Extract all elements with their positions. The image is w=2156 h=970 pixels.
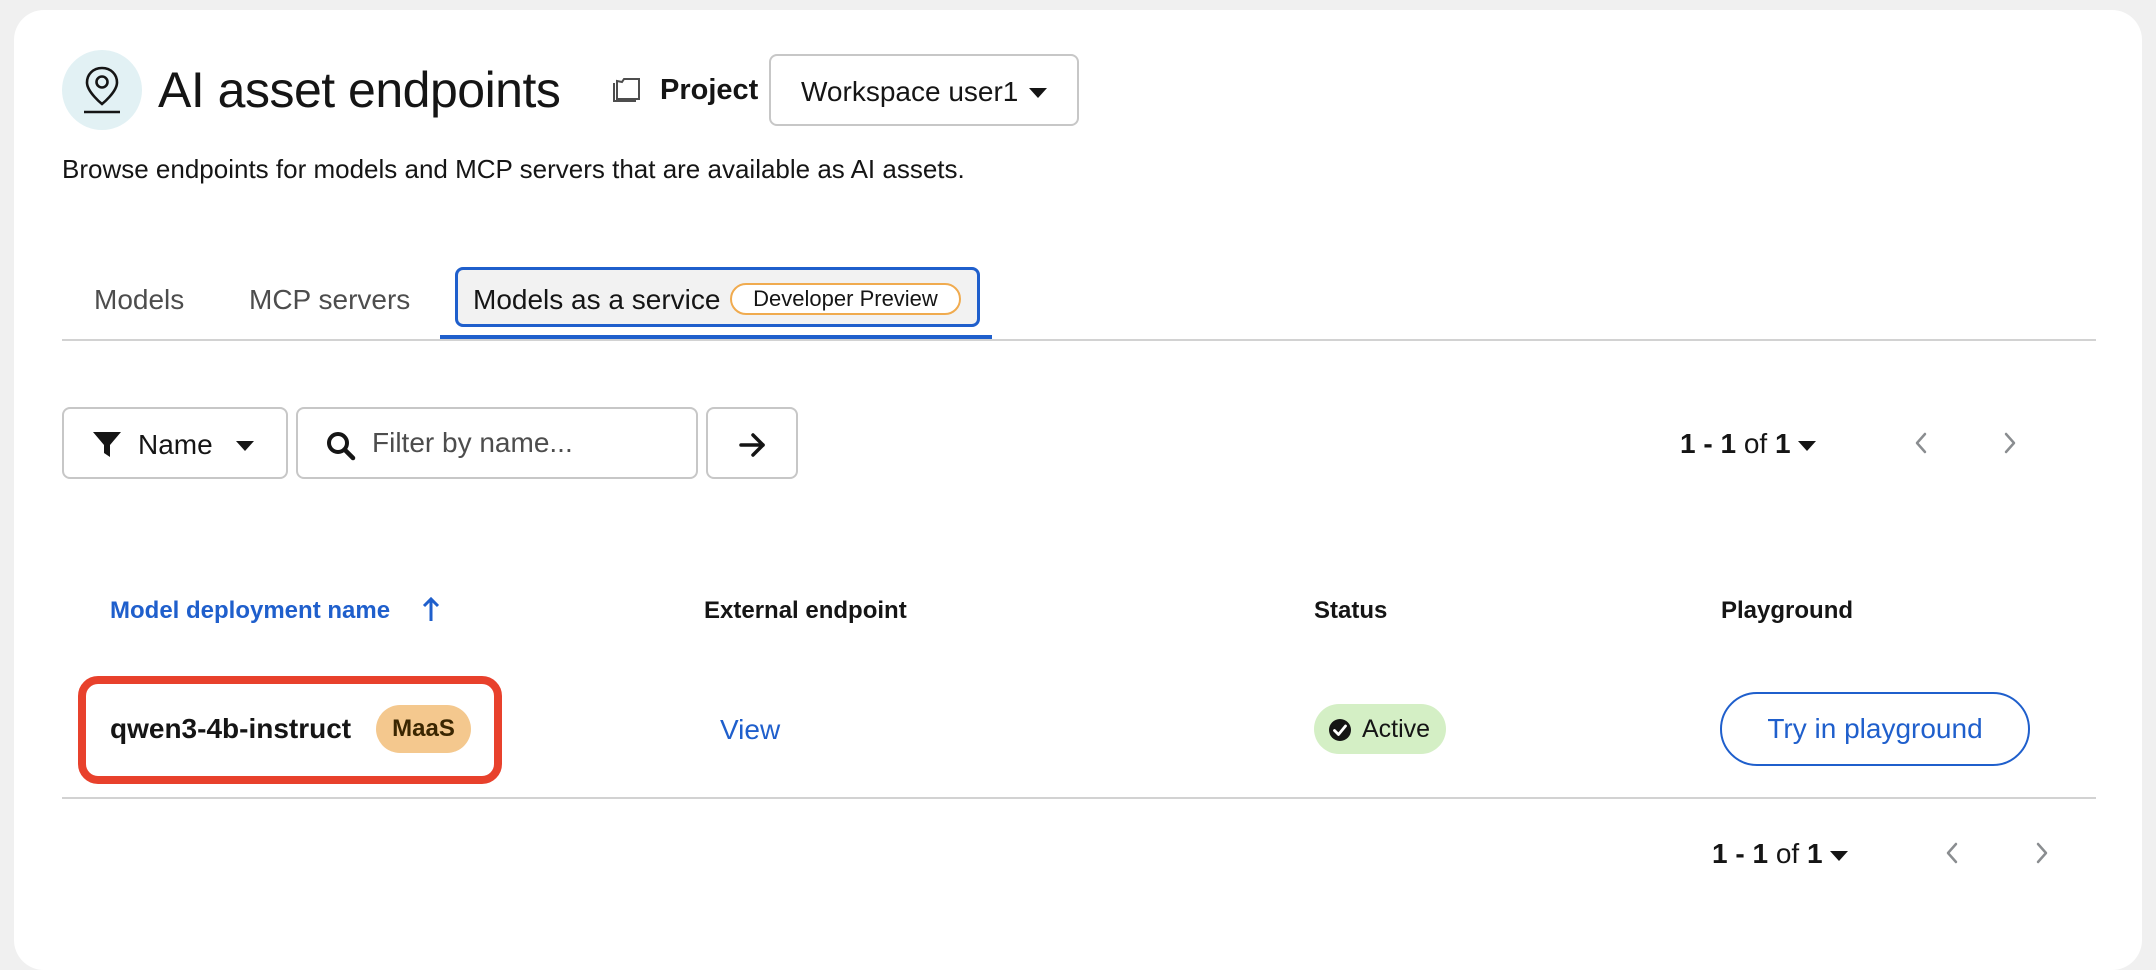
tab-mcp-servers[interactable]: MCP servers xyxy=(249,282,410,318)
page-title: AI asset endpoints xyxy=(158,62,561,118)
filter-attribute-label: Name xyxy=(138,429,213,460)
arrow-right-icon xyxy=(739,433,765,457)
model-deployment-name: qwen3-4b-instruct xyxy=(110,713,352,744)
column-header-status: Status xyxy=(1314,597,1388,624)
status-badge: Active xyxy=(1314,704,1446,754)
sort-up-icon[interactable] xyxy=(420,595,442,625)
tab-models-as-a-service[interactable]: Models as a service Developer Preview xyxy=(455,267,980,327)
project-select-value: Workspace user1 xyxy=(801,76,1019,107)
filter-icon xyxy=(93,432,121,457)
maas-badge: MaaS xyxy=(376,705,471,753)
developer-preview-badge: Developer Preview xyxy=(730,283,961,315)
chevron-left-icon[interactable] xyxy=(1943,841,1961,865)
chevron-right-icon[interactable] xyxy=(2001,431,2019,455)
caret-down-icon xyxy=(236,441,254,451)
tab-models-as-a-service-label: Models as a service xyxy=(473,284,721,315)
folder-icon xyxy=(613,78,640,102)
caret-down-icon xyxy=(1029,88,1047,98)
chevron-left-icon[interactable] xyxy=(1912,431,1930,455)
pagination-summary: 1 - 1 of 1 xyxy=(1712,838,1823,869)
check-circle-icon xyxy=(1329,719,1351,741)
caret-down-icon xyxy=(1830,851,1848,861)
column-header-external-endpoint: External endpoint xyxy=(704,597,907,624)
search-submit-button[interactable] xyxy=(706,407,798,479)
filter-attribute-dropdown[interactable]: Name xyxy=(62,407,288,479)
row-divider xyxy=(62,797,2096,799)
project-select[interactable]: Workspace user1 xyxy=(769,54,1079,126)
pagination-summary: 1 - 1 of 1 xyxy=(1680,428,1791,459)
search-field[interactable] xyxy=(296,407,698,479)
view-endpoint-link[interactable]: View xyxy=(720,712,780,748)
tab-models[interactable]: Models xyxy=(94,282,184,318)
pagination-toggle-top[interactable]: 1 - 1 of 1 xyxy=(1680,424,1820,464)
pagination-toggle-bottom[interactable]: 1 - 1 of 1 xyxy=(1712,834,1852,874)
map-pin-icon xyxy=(62,50,142,130)
tabs-divider xyxy=(62,339,2096,341)
chevron-right-icon[interactable] xyxy=(2033,841,2051,865)
search-icon xyxy=(327,432,356,461)
project-label: Project xyxy=(660,74,759,106)
column-header-playground: Playground xyxy=(1721,597,1854,624)
page-description: Browse endpoints for models and MCP serv… xyxy=(62,154,965,184)
column-header-model-deployment-name[interactable]: Model deployment name xyxy=(110,596,390,626)
try-in-playground-button[interactable]: Try in playground xyxy=(1720,692,2030,766)
search-input[interactable] xyxy=(372,423,682,463)
caret-down-icon xyxy=(1798,441,1816,451)
status-label: Active xyxy=(1362,715,1431,743)
